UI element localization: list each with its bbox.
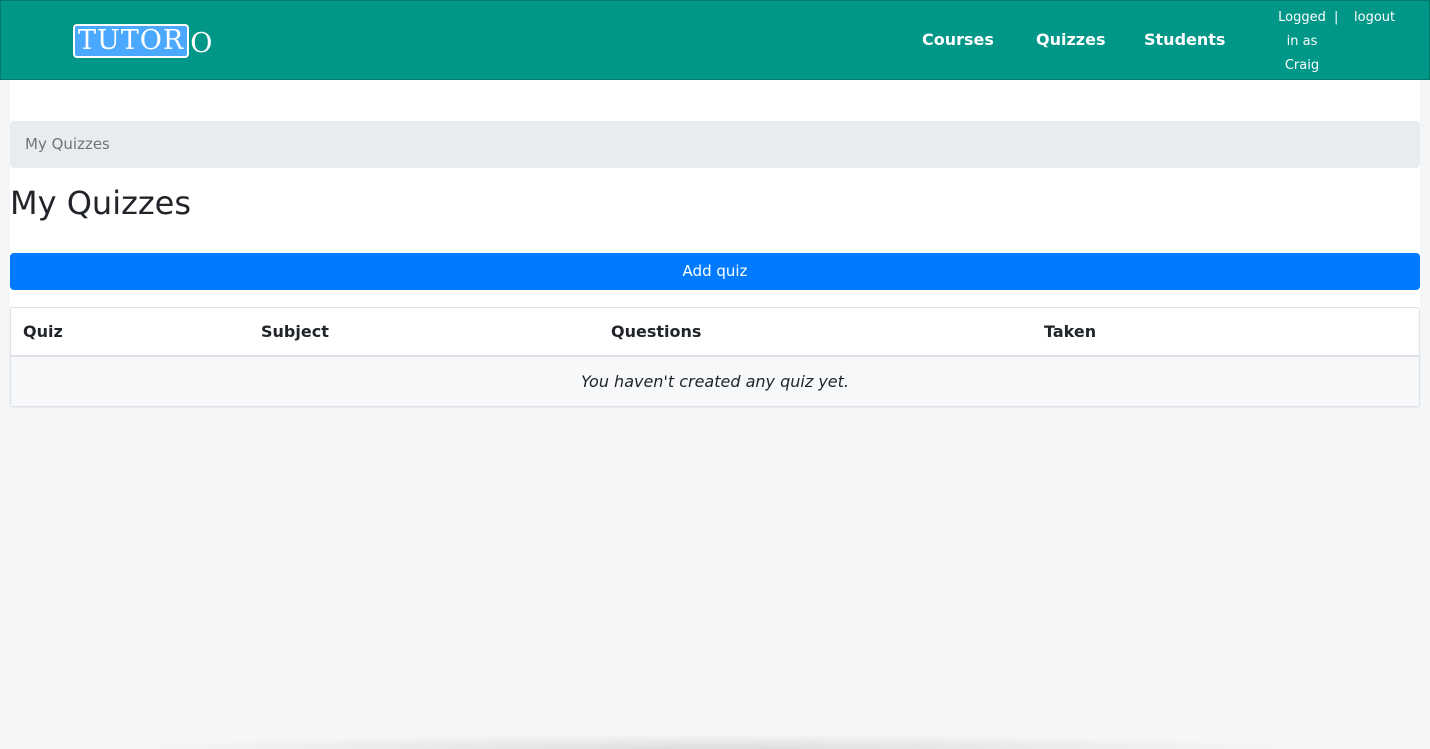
- page-title: My Quizzes: [10, 184, 192, 222]
- logo-tail-text: O: [190, 28, 213, 59]
- column-header-taken: Taken: [1044, 322, 1097, 341]
- top-navbar: TUTOR O Courses Quizzes Students Logged …: [0, 0, 1430, 80]
- nav-link-students[interactable]: Students: [1144, 29, 1225, 51]
- quizzes-table: Quiz Subject Questions Taken You haven't…: [10, 307, 1420, 407]
- nav-link-courses[interactable]: Courses: [922, 29, 994, 51]
- empty-table-message: You haven't created any quiz yet.: [11, 357, 1419, 406]
- column-header-questions: Questions: [611, 322, 702, 341]
- breadcrumb: My Quizzes: [10, 121, 1420, 168]
- logout-link[interactable]: logout: [1354, 6, 1395, 30]
- nav-link-quizzes[interactable]: Quizzes: [1036, 29, 1105, 51]
- logo-boxed-text: TUTOR: [73, 24, 190, 58]
- breadcrumb-current: My Quizzes: [25, 135, 110, 153]
- column-header-subject: Subject: [261, 322, 329, 341]
- logged-in-user: Logged in as Craig: [1278, 10, 1326, 73]
- table-header-row: Quiz Subject Questions Taken: [11, 308, 1419, 357]
- bottom-edge-shadow: [120, 734, 1310, 749]
- add-quiz-button[interactable]: Add quiz: [10, 253, 1420, 290]
- tutoro-logo[interactable]: TUTOR O: [73, 24, 212, 58]
- nav-separator: |: [1334, 10, 1339, 25]
- column-header-quiz: Quiz: [23, 322, 63, 341]
